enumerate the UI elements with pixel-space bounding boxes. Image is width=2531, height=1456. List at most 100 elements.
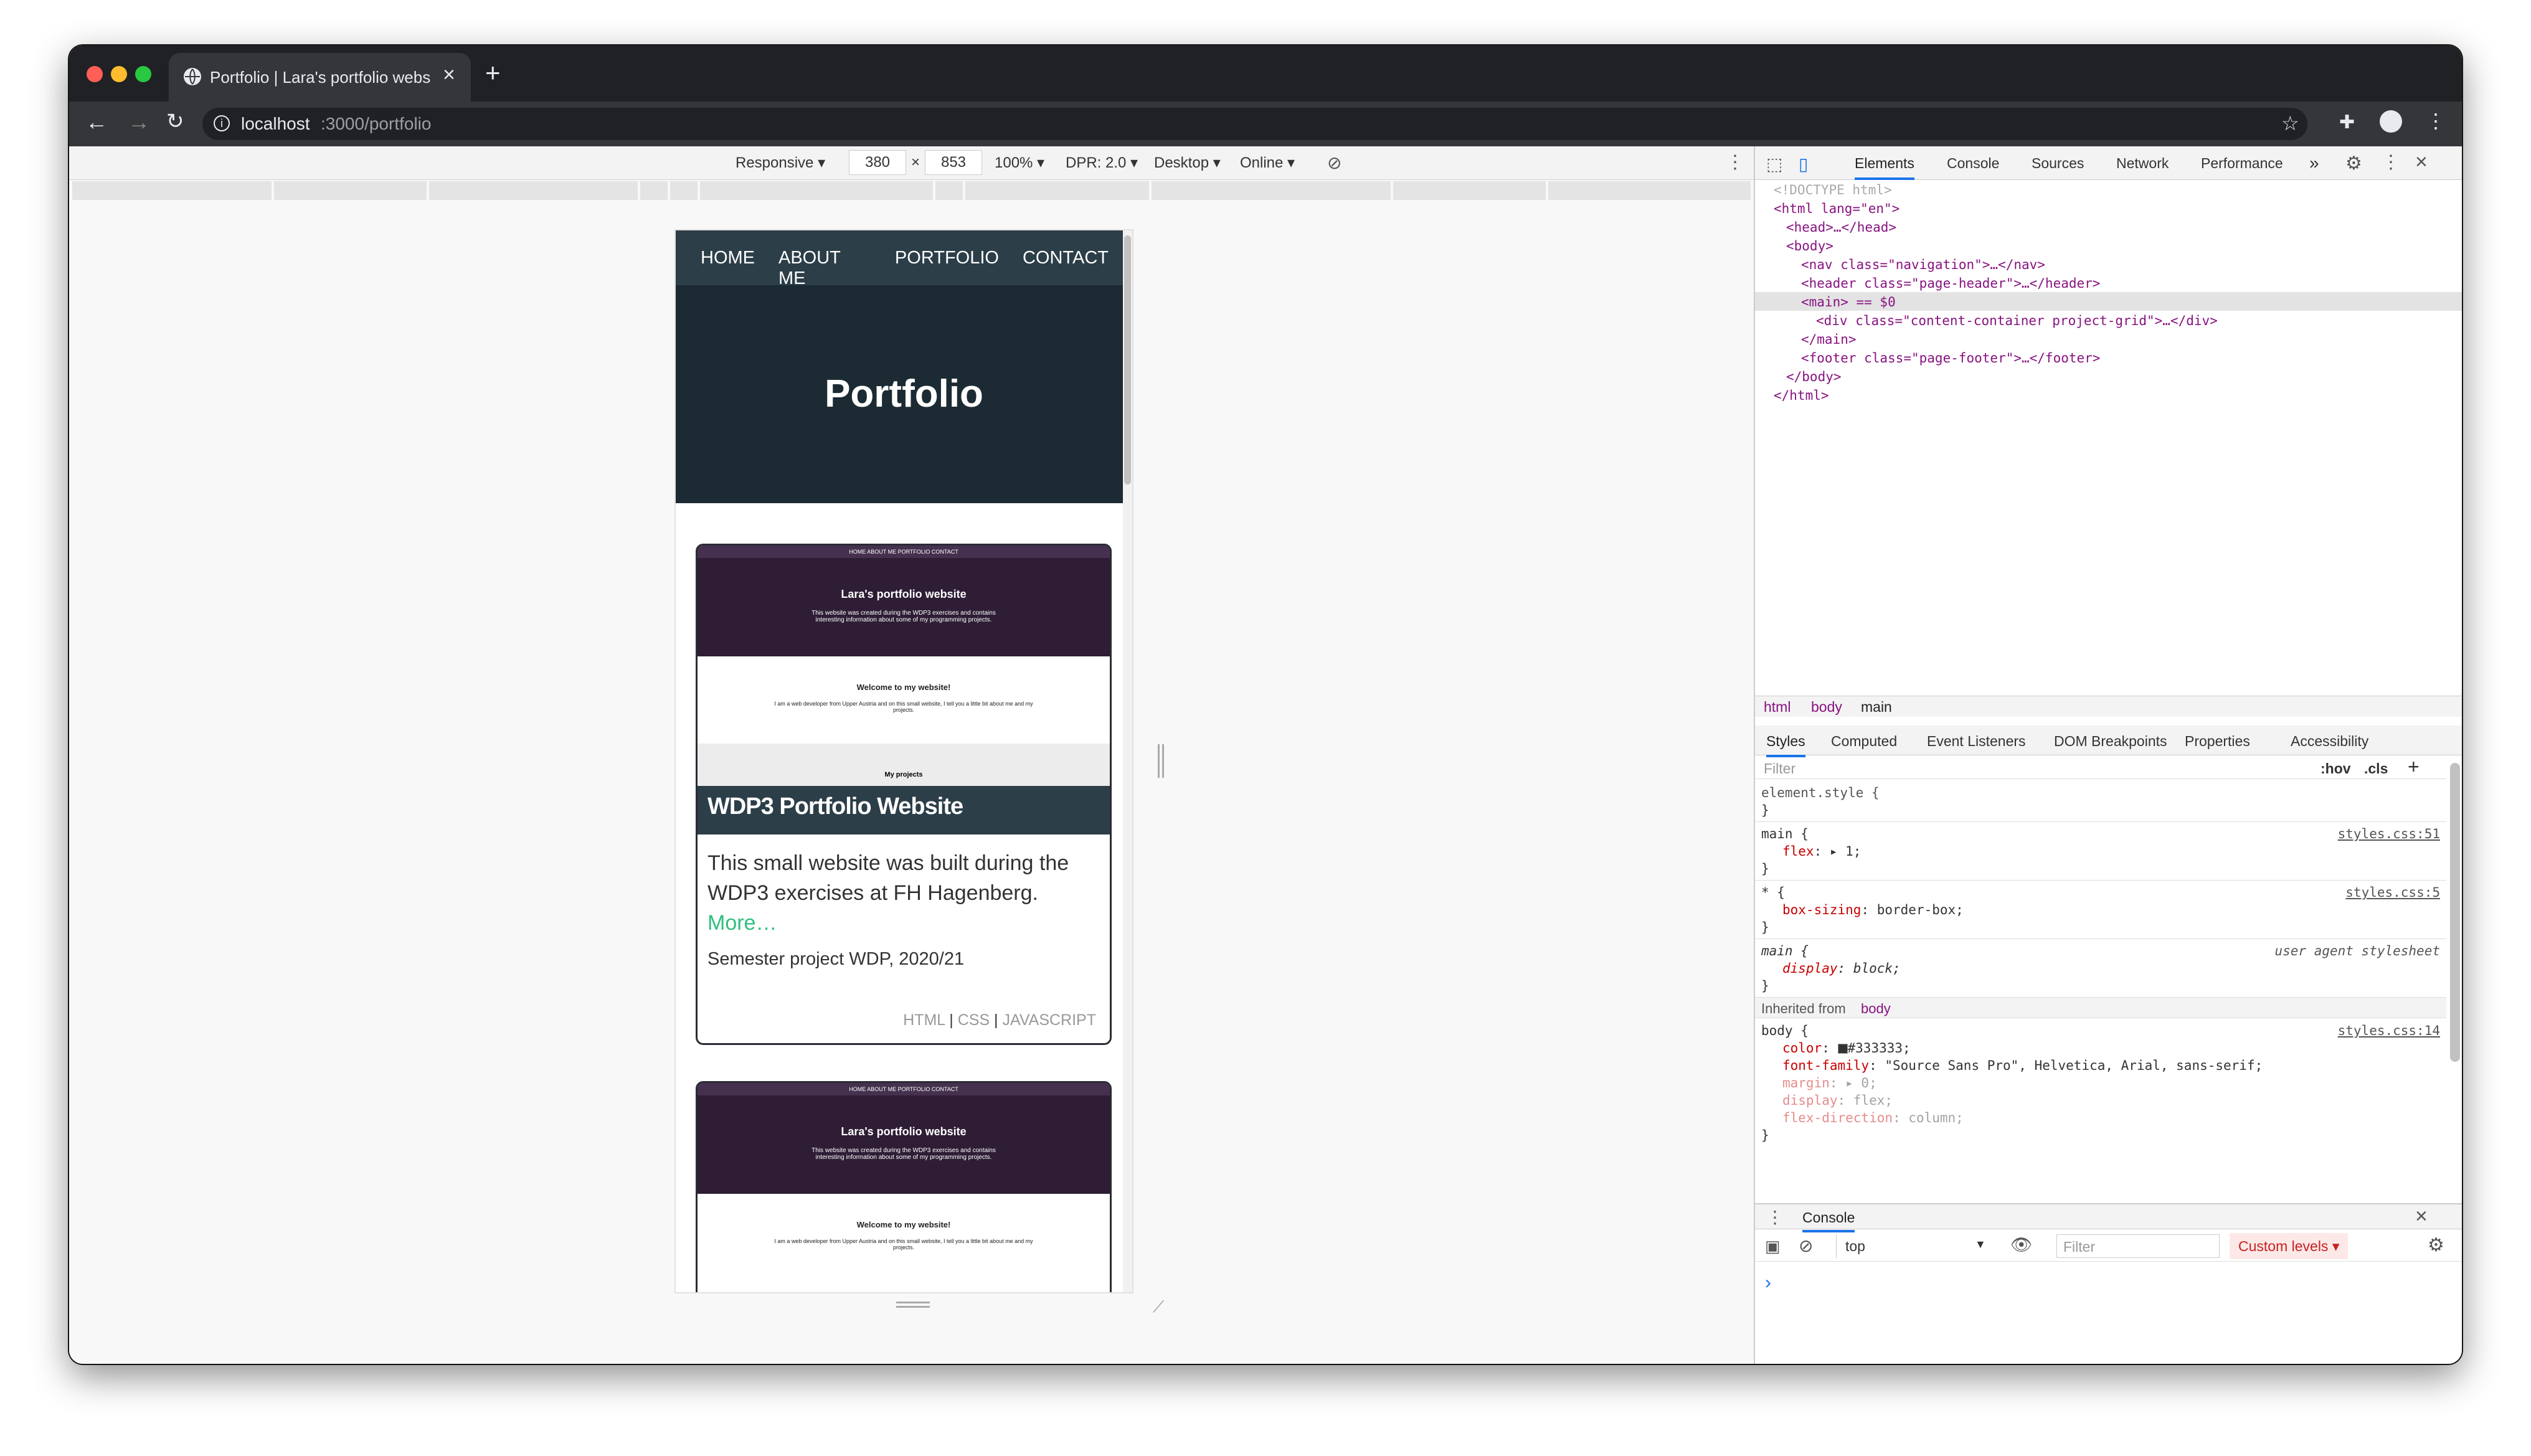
resize-handle-right[interactable]	[1158, 744, 1164, 778]
prop-display-flex[interactable]: display	[1782, 1093, 1838, 1108]
rule-element-style[interactable]: element.style {	[1761, 785, 1880, 800]
val-font-family[interactable]: : "Source Sans Pro", Helvetica, Arial, s…	[1869, 1058, 2263, 1073]
dom-main-close[interactable]: </main>	[1801, 332, 1857, 347]
tab-properties[interactable]: Properties	[2185, 733, 2250, 750]
console-settings-icon[interactable]: ⚙	[2428, 1234, 2444, 1256]
height-input[interactable]: 853	[925, 150, 982, 175]
crumb-main[interactable]: main	[1861, 699, 1892, 716]
inspect-icon[interactable]: ⬚	[1766, 154, 1782, 174]
dom-main[interactable]: <main> == $0	[1801, 295, 1896, 310]
rule-body-source[interactable]: styles.css:14	[2338, 1023, 2440, 1038]
tab-event-listeners[interactable]: Event Listeners	[1927, 733, 2026, 750]
prop-flex[interactable]: flex	[1782, 844, 1814, 859]
prop-margin[interactable]: margin	[1782, 1075, 1830, 1090]
nav-portfolio-link[interactable]: PORTFOLIO	[895, 248, 999, 289]
dom-html-close[interactable]: </html>	[1774, 388, 1829, 403]
device-menu-icon[interactable]: ⋮	[1726, 151, 1744, 173]
rule-star-source[interactable]: styles.css:5	[2345, 885, 2440, 900]
tab-dom-breakpoints[interactable]: DOM Breakpoints	[2054, 733, 2167, 750]
tab-elements[interactable]: Elements	[1855, 146, 1914, 180]
reload-icon[interactable]: ↻	[166, 109, 184, 134]
nav-about-link[interactable]: ABOUT ME	[778, 248, 871, 289]
bookmark-star-icon[interactable]: ☆	[2281, 111, 2299, 135]
device-toggle-icon[interactable]: ▯	[1799, 154, 1808, 174]
val-display-flex[interactable]: : flex;	[1838, 1093, 1893, 1108]
devtools-menu-icon[interactable]: ⋮	[2382, 151, 2400, 173]
responsive-select[interactable]: Responsive ▾	[736, 154, 825, 172]
crumb-body[interactable]: body	[1811, 699, 1842, 716]
more-tabs-icon[interactable]: »	[2309, 146, 2319, 180]
browser-menu-icon[interactable]: ⋮	[2426, 109, 2446, 133]
tab-computed[interactable]: Computed	[1831, 733, 1897, 750]
sidebar-toggle-icon[interactable]: ▣	[1765, 1237, 1781, 1256]
browser-tab[interactable]: Portfolio | Lara's portfolio webs ×	[169, 53, 471, 102]
nav-home-link[interactable]: HOME	[701, 248, 755, 289]
rule-main-source[interactable]: styles.css:51	[2338, 826, 2440, 841]
dom-html[interactable]: <html lang="en">	[1774, 201, 1899, 216]
tab-console[interactable]: Console	[1947, 146, 1999, 180]
page-scrollbar[interactable]	[1123, 230, 1132, 1292]
card-more-link[interactable]: More…	[707, 908, 1100, 938]
val-display[interactable]: : block;	[1838, 961, 1901, 976]
forward-icon[interactable]: →	[128, 109, 150, 135]
width-input[interactable]: 380	[849, 150, 906, 175]
dpr-select[interactable]: DPR: 2.0 ▾	[1066, 154, 1138, 172]
project-card[interactable]: HOME ABOUT ME PORTFOLIO CONTACT Lara's p…	[696, 544, 1112, 1045]
dom-footer[interactable]: <footer class="page-footer">…</footer>	[1801, 351, 2100, 366]
rule-star-selector[interactable]: * {	[1761, 885, 1785, 900]
media-query-bar[interactable]	[72, 181, 1751, 200]
eye-icon[interactable]: 👁	[2010, 1234, 2033, 1255]
styles-scrollbar[interactable]	[2450, 763, 2460, 1062]
inherited-element[interactable]: body	[1861, 1001, 1891, 1017]
val-flex-direction[interactable]: : column;	[1893, 1110, 1964, 1125]
close-tab-icon[interactable]: ×	[443, 63, 455, 87]
address-bar[interactable]: i localhost :3000/portfolio ☆	[202, 108, 2307, 140]
prop-box-sizing[interactable]: box-sizing	[1782, 902, 1861, 917]
close-drawer-icon[interactable]: ×	[2415, 1204, 2428, 1229]
tab-sources[interactable]: Sources	[2032, 146, 2084, 180]
custom-levels-select[interactable]: Custom levels ▾	[2230, 1233, 2349, 1259]
tab-performance[interactable]: Performance	[2201, 146, 2283, 180]
styles-filter-input[interactable]: Filter	[1764, 760, 1795, 777]
dom-head[interactable]: <head>…</head>	[1786, 220, 1896, 235]
rotate-icon[interactable]: ⊘	[1327, 153, 1341, 173]
dom-body[interactable]: <body>	[1786, 239, 1833, 253]
rule-ua-selector[interactable]: main {	[1761, 943, 1809, 958]
tab-styles[interactable]: Styles	[1766, 733, 1805, 757]
rule-body-selector[interactable]: body {	[1761, 1023, 1809, 1038]
info-icon[interactable]: i	[214, 115, 230, 131]
dom-header[interactable]: <header class="page-header">…</header>	[1801, 276, 2100, 291]
context-select[interactable]: top ▼	[1836, 1234, 1992, 1258]
new-rule-icon[interactable]: +	[2408, 755, 2420, 778]
dom-nav[interactable]: <nav class="navigation">…</nav>	[1801, 257, 2045, 272]
dom-div[interactable]: <div class="content-container project-gr…	[1816, 313, 2218, 328]
hov-toggle[interactable]: :hov	[2320, 760, 2351, 777]
console-drawer-tab[interactable]: Console	[1802, 1209, 1855, 1232]
new-tab-icon[interactable]: +	[485, 58, 501, 88]
dom-doctype[interactable]: <!DOCTYPE html>	[1774, 182, 1892, 197]
prop-font-family[interactable]: font-family	[1782, 1058, 1869, 1073]
clear-console-icon[interactable]: ⊘	[1799, 1236, 1813, 1256]
cls-toggle[interactable]: .cls	[2364, 760, 2388, 777]
extensions-icon[interactable]: ✚	[2339, 111, 2355, 133]
maximize-window-button[interactable]	[135, 66, 151, 82]
prop-display[interactable]: display	[1782, 961, 1838, 976]
project-card[interactable]: HOME ABOUT ME PORTFOLIO CONTACT Lara's p…	[696, 1081, 1112, 1292]
close-window-button[interactable]	[87, 66, 103, 82]
dom-body-close[interactable]: </body>	[1786, 369, 1842, 384]
zoom-select[interactable]: 100% ▾	[995, 154, 1044, 172]
settings-gear-icon[interactable]: ⚙	[2345, 153, 2362, 174]
close-devtools-icon[interactable]: ×	[2415, 150, 2428, 174]
val-color[interactable]: #333333;	[1848, 1041, 1911, 1056]
minimize-window-button[interactable]	[111, 66, 127, 82]
scrollbar-thumb[interactable]	[1124, 235, 1131, 485]
val-flex[interactable]: : ▸ 1;	[1814, 844, 1862, 859]
crumb-html[interactable]: html	[1764, 699, 1791, 716]
prop-color[interactable]: color	[1782, 1041, 1822, 1056]
ua-select[interactable]: Desktop ▾	[1154, 154, 1221, 172]
console-prompt[interactable]: ›	[1765, 1272, 1771, 1293]
prop-flex-direction[interactable]: flex-direction	[1782, 1110, 1893, 1125]
tab-accessibility[interactable]: Accessibility	[2291, 733, 2368, 750]
back-icon[interactable]: ←	[85, 109, 108, 135]
resize-corner-icon[interactable]: ⟋	[1153, 1297, 1164, 1317]
